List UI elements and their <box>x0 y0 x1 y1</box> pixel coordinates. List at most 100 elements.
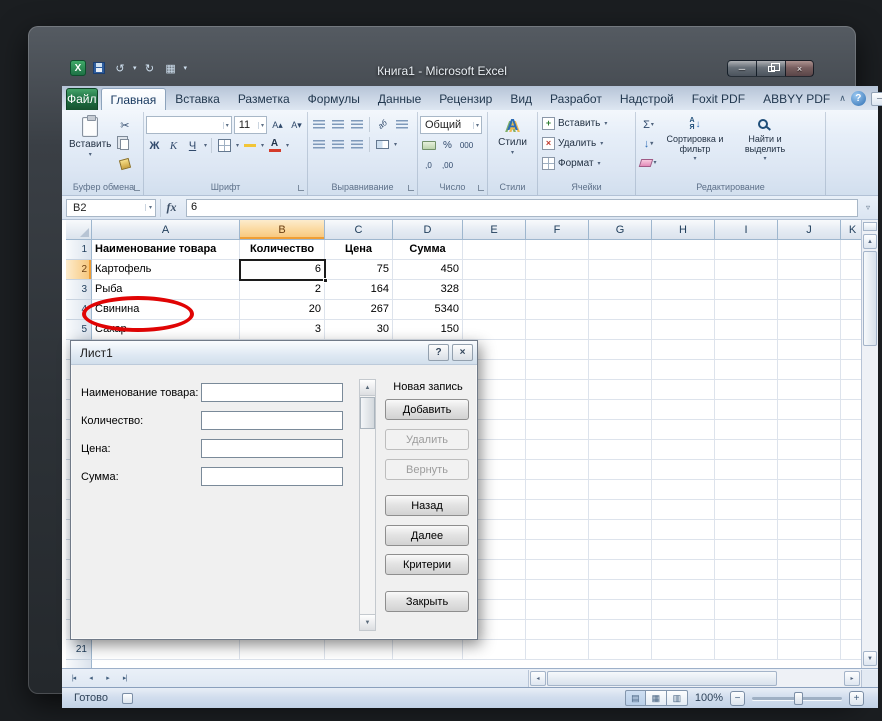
dialog-scroll-thumb[interactable] <box>360 397 375 429</box>
cell-H18[interactable] <box>652 580 715 600</box>
cell-F1[interactable] <box>526 240 589 260</box>
fill-icon[interactable]: ↓▾ <box>640 135 657 152</box>
redo-icon[interactable]: ↻ <box>142 60 158 76</box>
cell-J4[interactable] <box>778 300 841 320</box>
cell-I8[interactable] <box>715 380 778 400</box>
cell-H7[interactable] <box>652 360 715 380</box>
cell-I14[interactable] <box>715 500 778 520</box>
cell-I13[interactable] <box>715 480 778 500</box>
cell-J7[interactable] <box>778 360 841 380</box>
cell-H5[interactable] <box>652 320 715 340</box>
cell-F4[interactable] <box>526 300 589 320</box>
qat-table-icon[interactable]: ▦ <box>163 60 179 76</box>
cell-G15[interactable] <box>589 520 652 540</box>
font-size-select[interactable]: 11▾ <box>234 116 267 134</box>
underline-button[interactable]: Ч <box>184 137 201 154</box>
column-header-D[interactable]: D <box>393 220 463 240</box>
number-dialog-launcher-icon[interactable] <box>478 185 484 191</box>
align-left-icon[interactable] <box>310 136 327 153</box>
cell-C21[interactable] <box>325 640 393 660</box>
copy-icon[interactable] <box>116 136 133 153</box>
cell-G10[interactable] <box>589 420 652 440</box>
field-input-3[interactable] <box>201 467 343 486</box>
row-header-1[interactable]: 1 <box>66 240 92 260</box>
dialog-button-далее[interactable]: Далее <box>385 525 469 546</box>
cell-F18[interactable] <box>526 580 589 600</box>
merge-dropdown-icon[interactable]: ▾ <box>394 141 397 148</box>
cell-E2[interactable] <box>463 260 526 280</box>
cell-E1[interactable] <box>463 240 526 260</box>
cell-G7[interactable] <box>589 360 652 380</box>
dialog-help-button[interactable]: ? <box>428 344 449 361</box>
cell-J16[interactable] <box>778 540 841 560</box>
macro-record-icon[interactable] <box>122 693 133 704</box>
cell-J1[interactable] <box>778 240 841 260</box>
cell-H14[interactable] <box>652 500 715 520</box>
cell-E3[interactable] <box>463 280 526 300</box>
cell-F13[interactable] <box>526 480 589 500</box>
bold-button[interactable]: Ж <box>146 137 163 154</box>
first-sheet-icon[interactable]: |◂ <box>66 671 81 685</box>
undo-dropdown-icon[interactable]: ▾ <box>133 64 137 72</box>
align-bottom-icon[interactable] <box>348 116 365 133</box>
cell-F17[interactable] <box>526 560 589 580</box>
dialog-button-добавить[interactable]: Добавить <box>385 399 469 420</box>
horizontal-scrollbar[interactable]: ◂ ▸ <box>528 670 861 687</box>
cell-G21[interactable] <box>589 640 652 660</box>
cell-I7[interactable] <box>715 360 778 380</box>
cell-A1[interactable]: Наименование товара <box>92 240 240 260</box>
cell-G19[interactable] <box>589 600 652 620</box>
increase-decimal-icon[interactable]: ,0 <box>420 157 437 174</box>
row-header-3[interactable]: 3 <box>66 280 92 300</box>
cell-H3[interactable] <box>652 280 715 300</box>
underline-dropdown-icon[interactable]: ▾ <box>204 142 207 149</box>
cell-J14[interactable] <box>778 500 841 520</box>
column-header-I[interactable]: I <box>715 220 778 240</box>
vertical-scroll-thumb[interactable] <box>863 251 877 346</box>
cell-I2[interactable] <box>715 260 778 280</box>
select-all-corner[interactable] <box>66 220 92 240</box>
cell-F8[interactable] <box>526 380 589 400</box>
font-color-icon[interactable]: А <box>266 137 283 154</box>
column-header-A[interactable]: A <box>92 220 240 240</box>
tab-данные[interactable]: Данные <box>369 88 430 110</box>
prev-sheet-icon[interactable]: ◂ <box>83 671 98 685</box>
cell-H15[interactable] <box>652 520 715 540</box>
cell-E4[interactable] <box>463 300 526 320</box>
field-input-0[interactable] <box>201 383 343 402</box>
cell-A2[interactable]: Картофель <box>92 260 240 280</box>
delete-cells-button[interactable]: × Удалить ▾ <box>540 134 633 153</box>
cell-I4[interactable] <box>715 300 778 320</box>
cell-J12[interactable] <box>778 460 841 480</box>
last-sheet-icon[interactable]: ▸| <box>117 671 132 685</box>
cell-G17[interactable] <box>589 560 652 580</box>
horizontal-scroll-thumb[interactable] <box>547 671 777 686</box>
cell-I6[interactable] <box>715 340 778 360</box>
cell-H4[interactable] <box>652 300 715 320</box>
name-box[interactable]: B2▾ <box>66 199 156 217</box>
decrease-decimal-icon[interactable]: ,00 <box>439 157 456 174</box>
cell-I1[interactable] <box>715 240 778 260</box>
formula-input[interactable]: 6 <box>186 199 858 217</box>
borders-icon[interactable] <box>216 137 233 154</box>
cell-E21[interactable] <box>463 640 526 660</box>
borders-dropdown-icon[interactable]: ▾ <box>236 142 239 149</box>
cell-G11[interactable] <box>589 440 652 460</box>
workbook-minimize-icon[interactable]: ─ <box>871 92 882 106</box>
view-normal-icon[interactable]: ▤ <box>625 690 646 706</box>
cell-H12[interactable] <box>652 460 715 480</box>
column-header-B[interactable]: B <box>240 220 325 240</box>
cell-B2[interactable]: 6 <box>240 260 325 280</box>
cell-A21[interactable] <box>92 640 240 660</box>
scroll-left-icon[interactable]: ◂ <box>530 671 546 686</box>
cell-J9[interactable] <box>778 400 841 420</box>
tab-file[interactable]: Файл <box>66 88 98 110</box>
dialog-close-button[interactable]: × <box>452 344 473 361</box>
row-header-21[interactable]: 21 <box>66 640 92 660</box>
clear-icon[interactable]: ▾ <box>640 154 657 171</box>
cell-H16[interactable] <box>652 540 715 560</box>
thousands-format-icon[interactable]: 000 <box>458 137 475 154</box>
cell-H8[interactable] <box>652 380 715 400</box>
cell-G6[interactable] <box>589 340 652 360</box>
cell-H20[interactable] <box>652 620 715 640</box>
